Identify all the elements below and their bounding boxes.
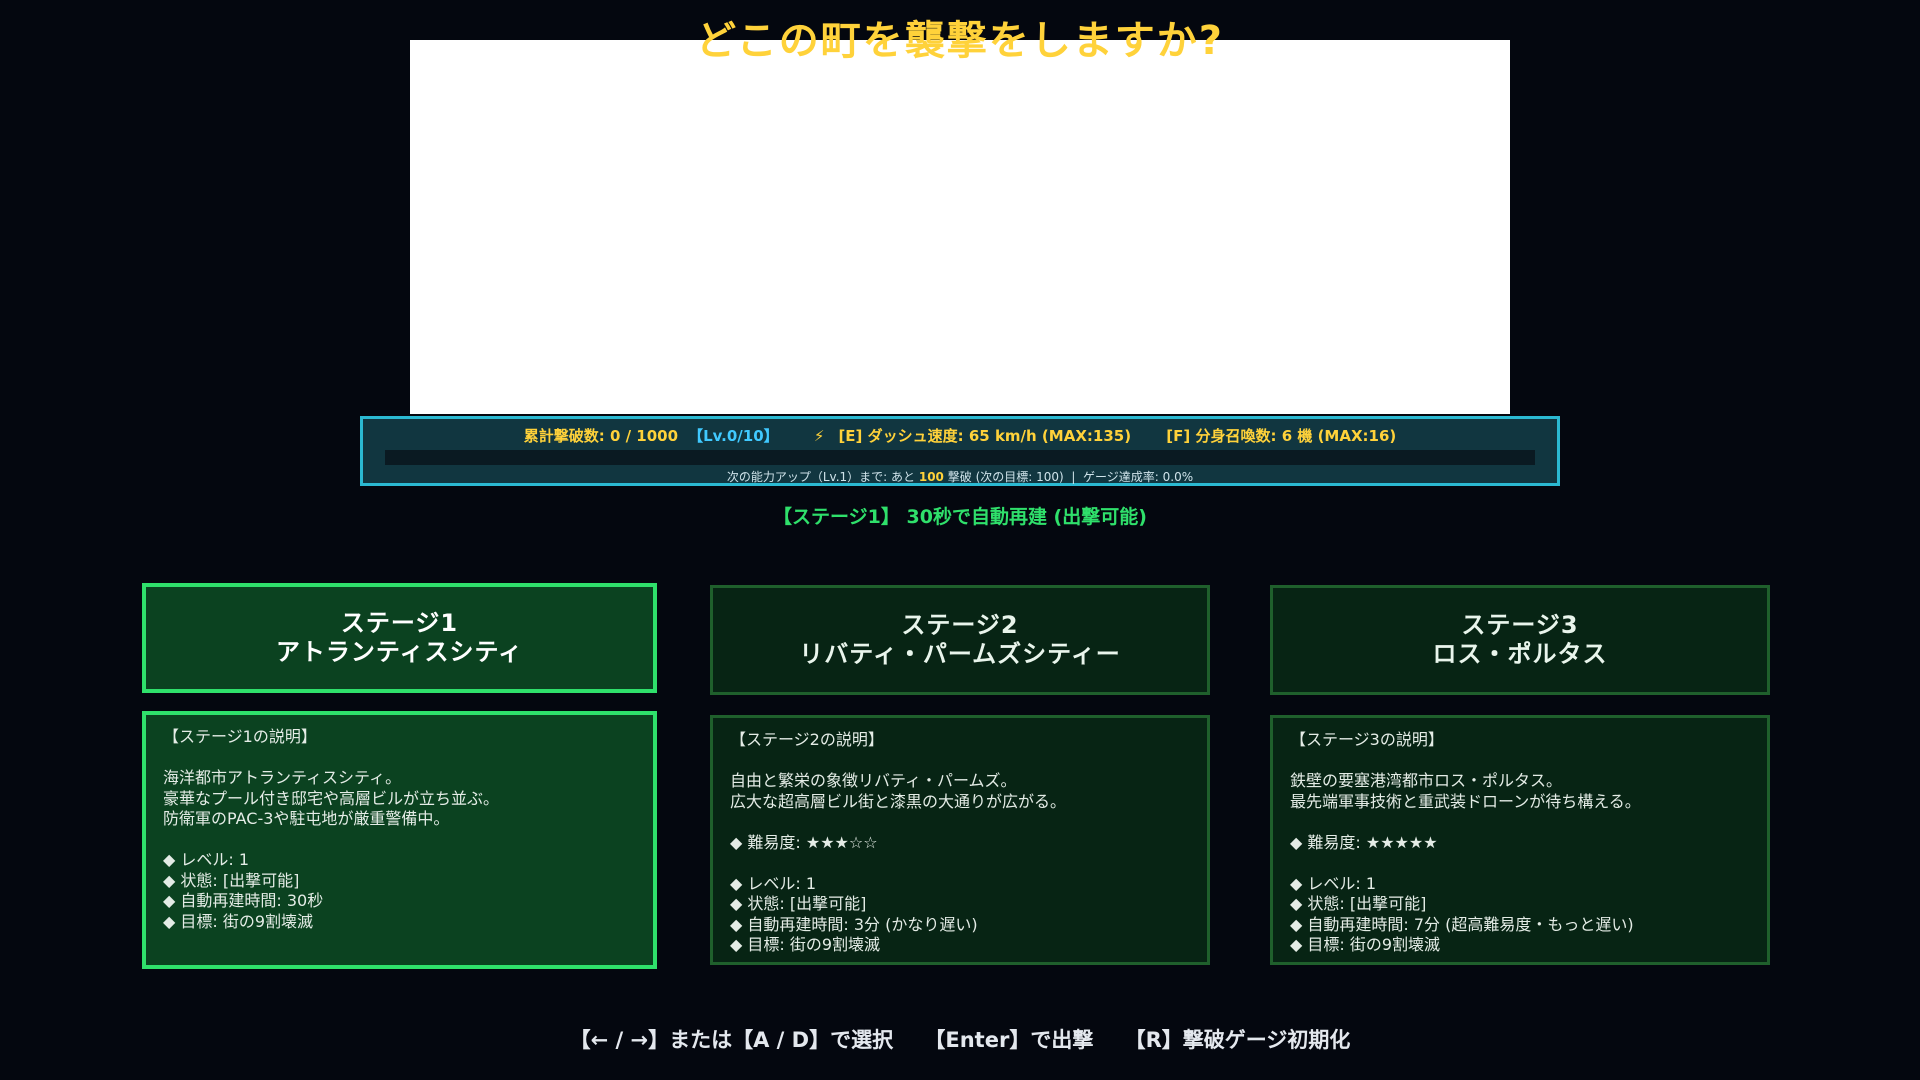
kill-gauge [385,450,1535,465]
stage-3-description: 【ステージ3の説明】 鉄壁の要塞港湾都市ロス・ポルタス。 最先端軍事技術と重武装… [1270,715,1770,965]
stage-1-card[interactable]: ステージ1 アトランティスシティ [142,583,657,693]
clone-count: [F] 分身召喚数: 6 機 (MAX:16) [1166,427,1397,445]
stage-1-name: アトランティスシティ [275,638,524,666]
controls-hint: 【← / →】または【A / D】で選択 【Enter】で出撃 【R】撃破ゲージ… [0,1024,1920,1054]
stage-2-name: リバティ・パームズシティー [799,640,1121,668]
page-title: どこの町を襲撃をしますか? [695,18,1224,64]
launch-hint: 【Enter】で出撃 [924,1028,1094,1052]
stage-preview [410,40,1510,414]
bolt-icon: ⚡ [813,427,825,445]
dash-speed: [E] ダッシュ速度: 65 km/h (MAX:135) [838,427,1132,445]
stage-1-number: ステージ1 [340,609,459,637]
hud-stats: 累計撃破数: 0 / 1000 【Lv.0/10】 ⚡ [E] ダッシュ速度: 65… [363,425,1557,446]
next-remaining: 100 [918,470,944,484]
stage-select-screen: どこの町を襲撃をしますか? 累計撃破数: 0 / 1000 【Lv.0/10】 ⚡… [0,0,1920,1080]
select-hint: 【← / →】または【A / D】で選択 [569,1028,894,1052]
total-kills: 累計撃破数: 0 / 1000 [523,427,679,445]
next-upgrade-info: 次の能力アップ（Lv.1）まで: あと 100 撃破 (次の目標: 100) |… [363,468,1557,485]
next-prefix: 次の能力アップ（Lv.1）まで: あと [726,470,916,484]
hud-panel: 累計撃破数: 0 / 1000 【Lv.0/10】 ⚡ [E] ダッシュ速度: 65… [360,416,1560,486]
stage-2-number: ステージ2 [901,611,1019,639]
stage-1-description: 【ステージ1の説明】 海洋都市アトランティスシティ。 豪華なプール付き邸宅や高層… [142,711,657,969]
stage-2-card[interactable]: ステージ2 リバティ・パームズシティー [710,585,1210,695]
stage-2-description: 【ステージ2の説明】 自由と繁栄の象徴リバティ・パームズ。 広大な超高層ビル街と… [710,715,1210,965]
stage-3-number: ステージ3 [1461,611,1579,639]
separator: | [1071,470,1076,484]
reset-hint: 【R】撃破ゲージ初期化 [1124,1028,1351,1052]
stage-3-name: ロス・ポルタス [1432,640,1608,668]
stage-3-card[interactable]: ステージ3 ロス・ポルタス [1270,585,1770,695]
level-badge: 【Lv.0/10】 [688,427,779,445]
next-suffix: 撃破 (次の目標: 100) [947,470,1064,484]
stage-status: 【ステージ1】 30秒で自動再建 (出撃可能) [773,506,1147,528]
gauge-rate: ゲージ達成率: 0.0% [1083,470,1194,484]
